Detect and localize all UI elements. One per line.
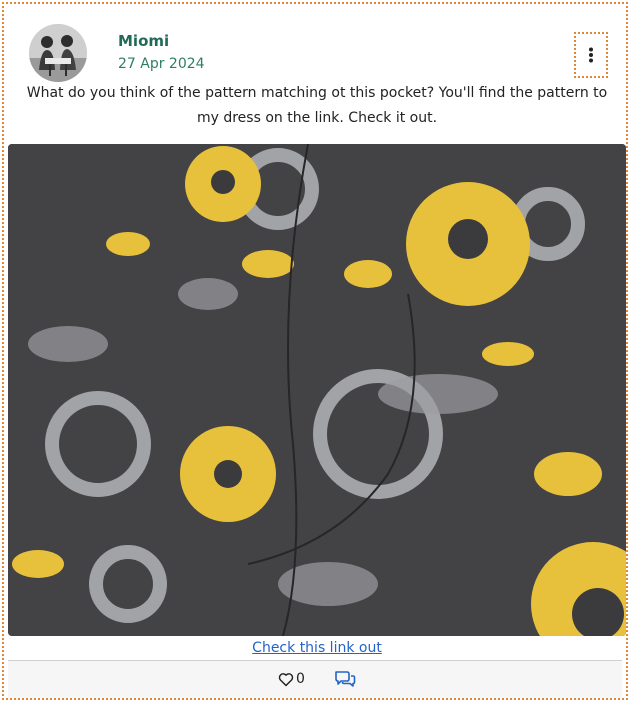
more-options-button[interactable] [574, 32, 608, 78]
heart-outline-icon [278, 672, 294, 686]
like-count: 0 [296, 671, 305, 687]
post-actions-bar: 0 [8, 660, 622, 698]
post-caption: What do you think of the pattern matchin… [18, 81, 616, 131]
like-button[interactable]: 0 [278, 671, 305, 687]
post-photo[interactable] [8, 144, 626, 636]
post-card: Miomi 27 Apr 2024 What do you think of t… [2, 2, 628, 700]
author-name[interactable]: Miomi [118, 32, 169, 50]
external-link[interactable]: Check this link out [4, 640, 630, 656]
comments-icon [335, 671, 356, 687]
fabric-photo [8, 144, 626, 636]
more-vertical-icon [589, 47, 593, 63]
caption-line-1: What do you think of the pattern matchin… [26, 85, 608, 101]
caption-line-2: my dress on the link. Check it out. [196, 110, 438, 126]
post-date: 27 Apr 2024 [118, 56, 205, 72]
avatar[interactable] [29, 24, 87, 82]
avatar-image [29, 24, 87, 82]
comment-button[interactable] [334, 670, 356, 692]
